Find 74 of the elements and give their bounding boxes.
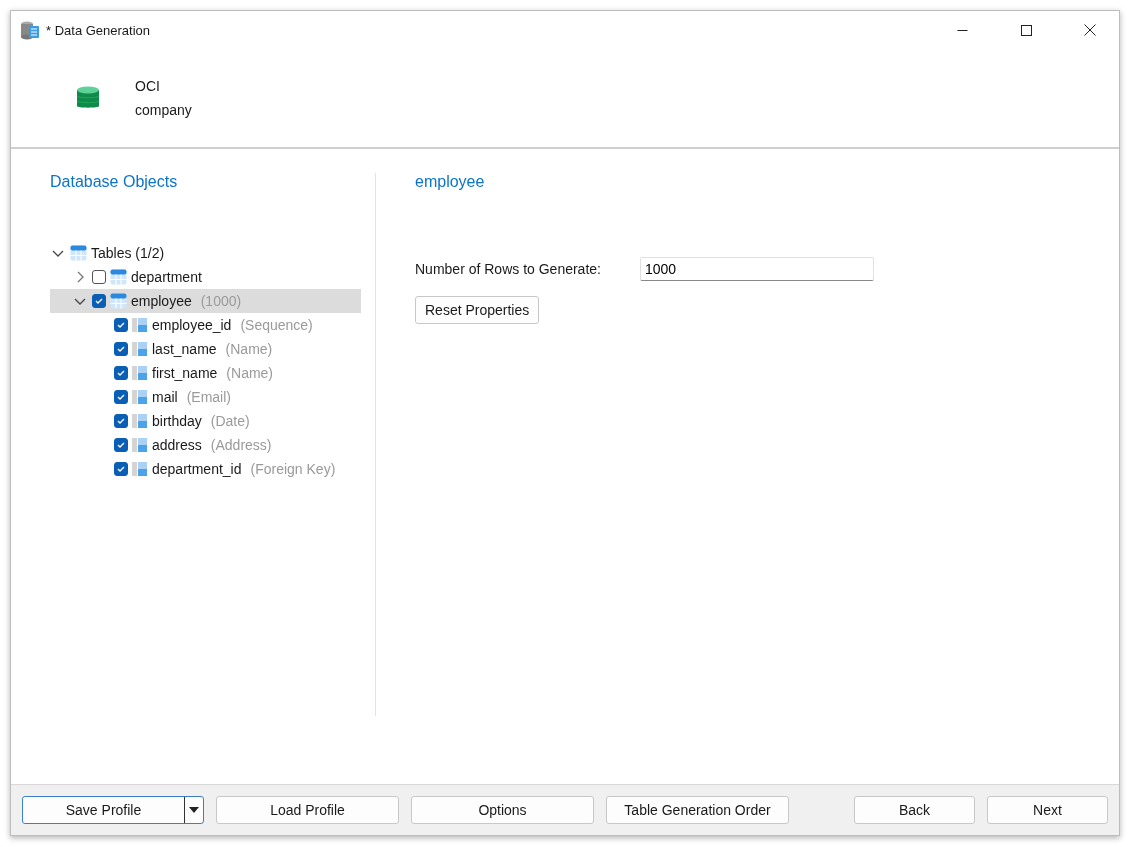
caret-icon[interactable] <box>189 807 199 813</box>
tree-item[interactable]: department <box>50 265 361 289</box>
check-icon <box>116 464 126 474</box>
tree-item-detail: (Email) <box>186 389 231 405</box>
column-icon <box>132 389 148 405</box>
check-icon <box>94 296 104 306</box>
tree-item-label: birthday <box>152 413 202 429</box>
tree-item[interactable]: Tables (1/2) <box>50 241 361 265</box>
check-icon <box>116 392 126 402</box>
connection-name: OCI <box>135 78 161 94</box>
tree-item-label: department <box>131 269 202 285</box>
tree-item-label: mail <box>152 389 178 405</box>
nav-button[interactable]: Next <box>987 796 1108 824</box>
database-name: company <box>135 102 192 118</box>
rows-input-field[interactable]: 1000 <box>640 257 874 281</box>
check-icon <box>116 416 126 426</box>
tree-item[interactable]: department_id (Foreign Key) <box>50 457 361 481</box>
field-label: Number of Rows to Generate: <box>415 261 602 277</box>
tree-item[interactable]: employee (1000) <box>50 289 361 313</box>
checkbox[interactable] <box>114 462 128 476</box>
column-icon <box>132 437 148 453</box>
footer-button[interactable]: Options <box>411 796 594 824</box>
column-icon <box>132 341 148 357</box>
tree-item[interactable]: employee_id (Sequence) <box>50 313 361 337</box>
tree-item[interactable]: address (Address) <box>50 433 361 457</box>
column-icon <box>132 317 148 333</box>
column-icon <box>132 461 148 477</box>
table-icon <box>70 245 87 261</box>
check-icon <box>116 320 126 330</box>
checkbox[interactable] <box>114 342 128 356</box>
panel-heading: Database Objects <box>50 173 179 191</box>
save-profile-button[interactable]: Save Profile <box>22 796 204 824</box>
checkbox[interactable] <box>92 294 106 308</box>
checkbox[interactable] <box>114 438 128 452</box>
tree-item-detail: (Foreign Key) <box>250 461 336 477</box>
app-icon <box>20 20 40 40</box>
column-icon <box>132 413 148 429</box>
window-title: * Data Generation <box>46 22 152 38</box>
tree-item-detail: (1000) <box>200 293 242 309</box>
tree-item[interactable]: last_name (Name) <box>50 337 361 361</box>
checkbox[interactable] <box>114 390 128 404</box>
maximize-icon <box>1020 24 1032 36</box>
check-icon <box>116 344 126 354</box>
table-icon <box>110 293 127 309</box>
tree-item[interactable]: birthday (Date) <box>50 409 361 433</box>
checkbox[interactable] <box>114 366 128 380</box>
panel-heading: employee <box>415 173 486 191</box>
footer-button[interactable]: Table Generation Order <box>606 796 789 824</box>
checkbox[interactable] <box>114 414 128 428</box>
tree-item-label: address <box>152 437 202 453</box>
column-icon <box>132 365 148 381</box>
database-icon <box>77 86 99 110</box>
nav-button[interactable]: Back <box>854 796 975 824</box>
tree-item-label: Tables (1/2) <box>91 245 165 261</box>
reset-properties-button[interactable]: Reset Properties <box>415 296 540 324</box>
checkbox[interactable] <box>114 318 128 332</box>
tree-item[interactable]: first_name (Name) <box>50 361 361 385</box>
close-icon <box>1084 24 1096 36</box>
tree-item-label: employee_id <box>152 317 232 333</box>
table-icon <box>110 269 127 285</box>
tree-item-label: first_name <box>152 365 218 381</box>
tree-item-detail: (Date) <box>210 413 250 429</box>
tree-item-detail: (Name) <box>226 365 274 381</box>
tree-item-label: last_name <box>152 341 217 357</box>
check-icon <box>116 368 126 378</box>
tree-item-detail: (Address) <box>210 437 272 453</box>
check-icon <box>116 440 126 450</box>
tree-item-detail: (Sequence) <box>240 317 313 333</box>
tree-item-label: employee <box>131 293 192 309</box>
tree-item[interactable]: mail (Email) <box>50 385 361 409</box>
tree-item-detail: (Name) <box>225 341 273 357</box>
checkbox[interactable] <box>92 270 106 284</box>
footer-button[interactable]: Load Profile <box>216 796 399 824</box>
tree-item-label: department_id <box>152 461 242 477</box>
